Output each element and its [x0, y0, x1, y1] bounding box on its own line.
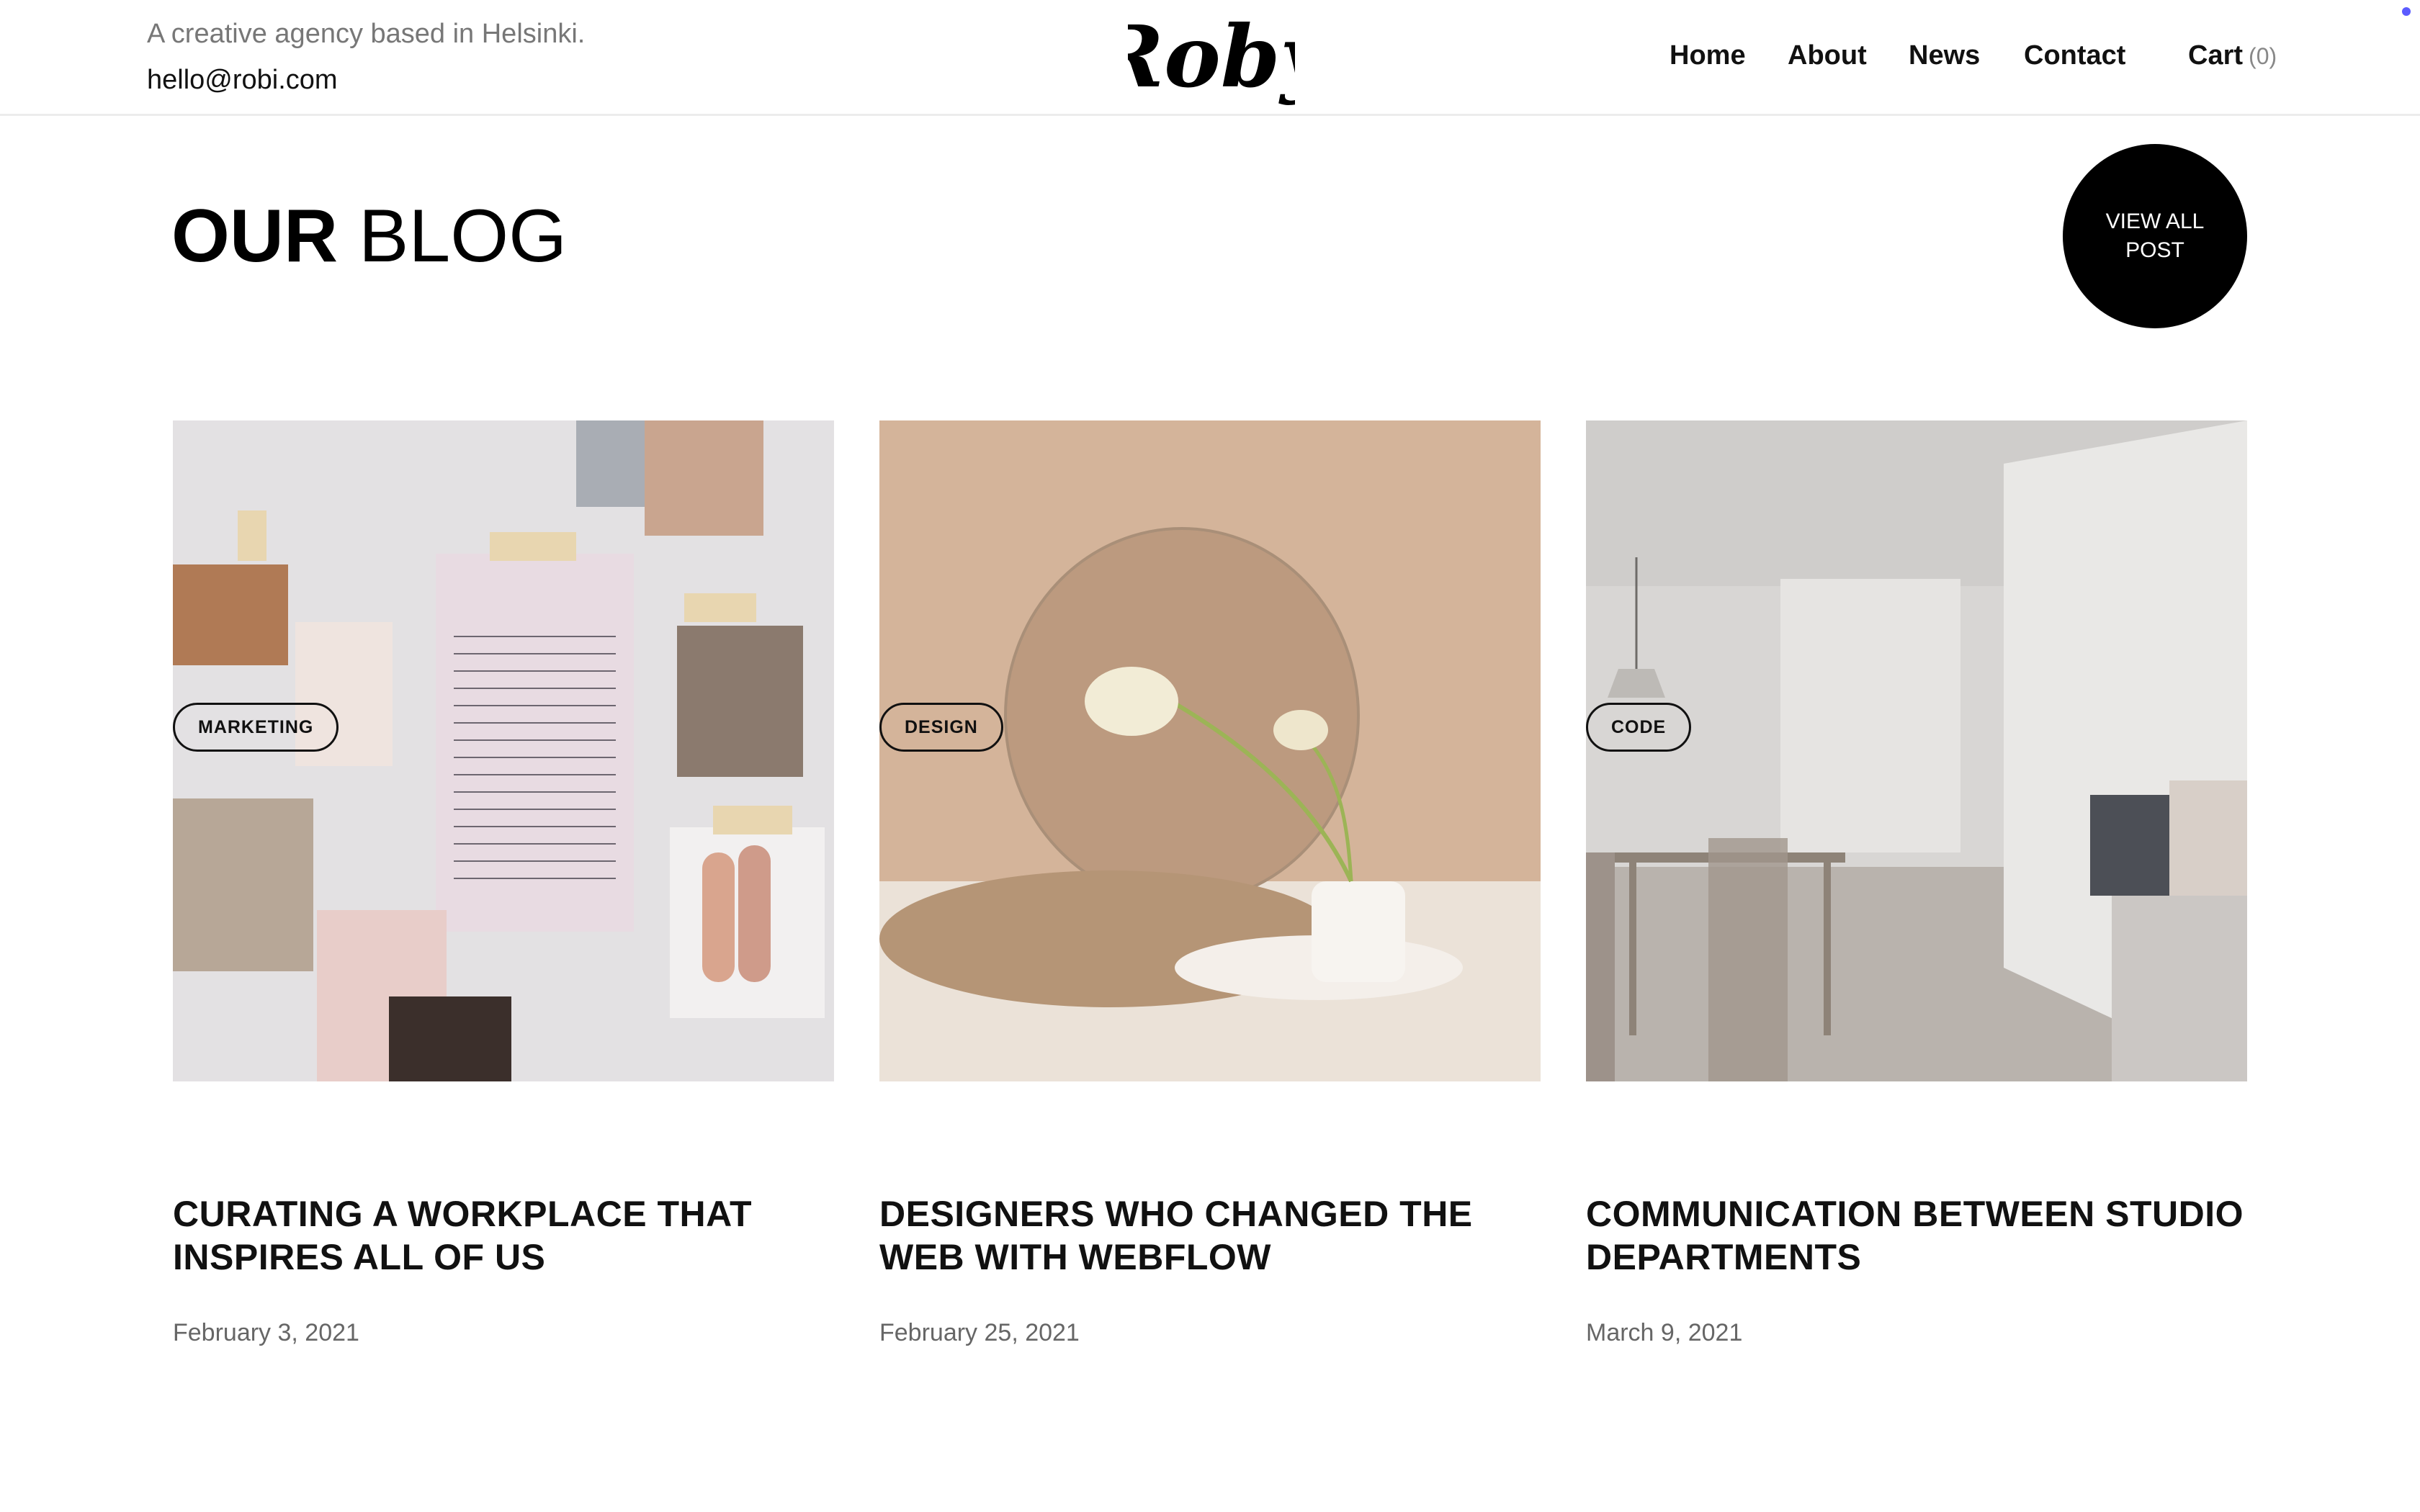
category-tag[interactable]: DESIGN [879, 703, 1003, 752]
category-tag[interactable]: CODE [1586, 703, 1692, 752]
post-date: March 9, 2021 [1586, 1319, 1743, 1346]
post-title[interactable]: CURATING A WORKPLACE THAT INSPIRES ALL O… [173, 1192, 834, 1279]
page-title-light: BLOG [359, 194, 568, 278]
cart-count: (0) [2249, 43, 2277, 69]
nav-news[interactable]: News [1909, 40, 1980, 71]
status-dot [2402, 7, 2411, 16]
post-title[interactable]: COMMUNICATION BETWEEN STUDIO DEPARTMENTS [1586, 1192, 2247, 1279]
interior-dining-image[interactable] [1586, 420, 2247, 1081]
nav-contact[interactable]: Contact [2024, 40, 2125, 71]
logo-wordmark: Roby [1091, 6, 1335, 107]
nav-about[interactable]: About [1788, 40, 1867, 71]
page-title: OUR BLOG [171, 193, 567, 279]
view-all-label: VIEW ALL POST [2105, 210, 2205, 262]
site-header: A creative agency based in Helsinki. hel… [0, 0, 2420, 116]
cart-link[interactable]: Cart (0) [2188, 40, 2277, 71]
blog-card[interactable] [1586, 420, 2247, 1081]
post-date: February 25, 2021 [879, 1319, 1080, 1346]
view-all-posts-button[interactable]: VIEW ALL POST [2063, 144, 2247, 328]
cart-label: Cart [2188, 40, 2244, 71]
contact-email-link[interactable]: hello@robi.com [147, 65, 338, 96]
category-tag[interactable]: MARKETING [173, 703, 339, 752]
post-date: February 3, 2021 [173, 1319, 359, 1346]
agency-tagline: A creative agency based in Helsinki. [147, 19, 586, 49]
nav-home[interactable]: Home [1670, 40, 1746, 71]
roby-logo[interactable]: Roby [1091, 6, 1335, 110]
post-title[interactable]: DESIGNERS WHO CHANGED THE WEB WITH WEBFL… [879, 1192, 1541, 1279]
svg-text:Roby: Roby [1128, 6, 1295, 107]
page-title-strong: OUR [171, 194, 339, 278]
